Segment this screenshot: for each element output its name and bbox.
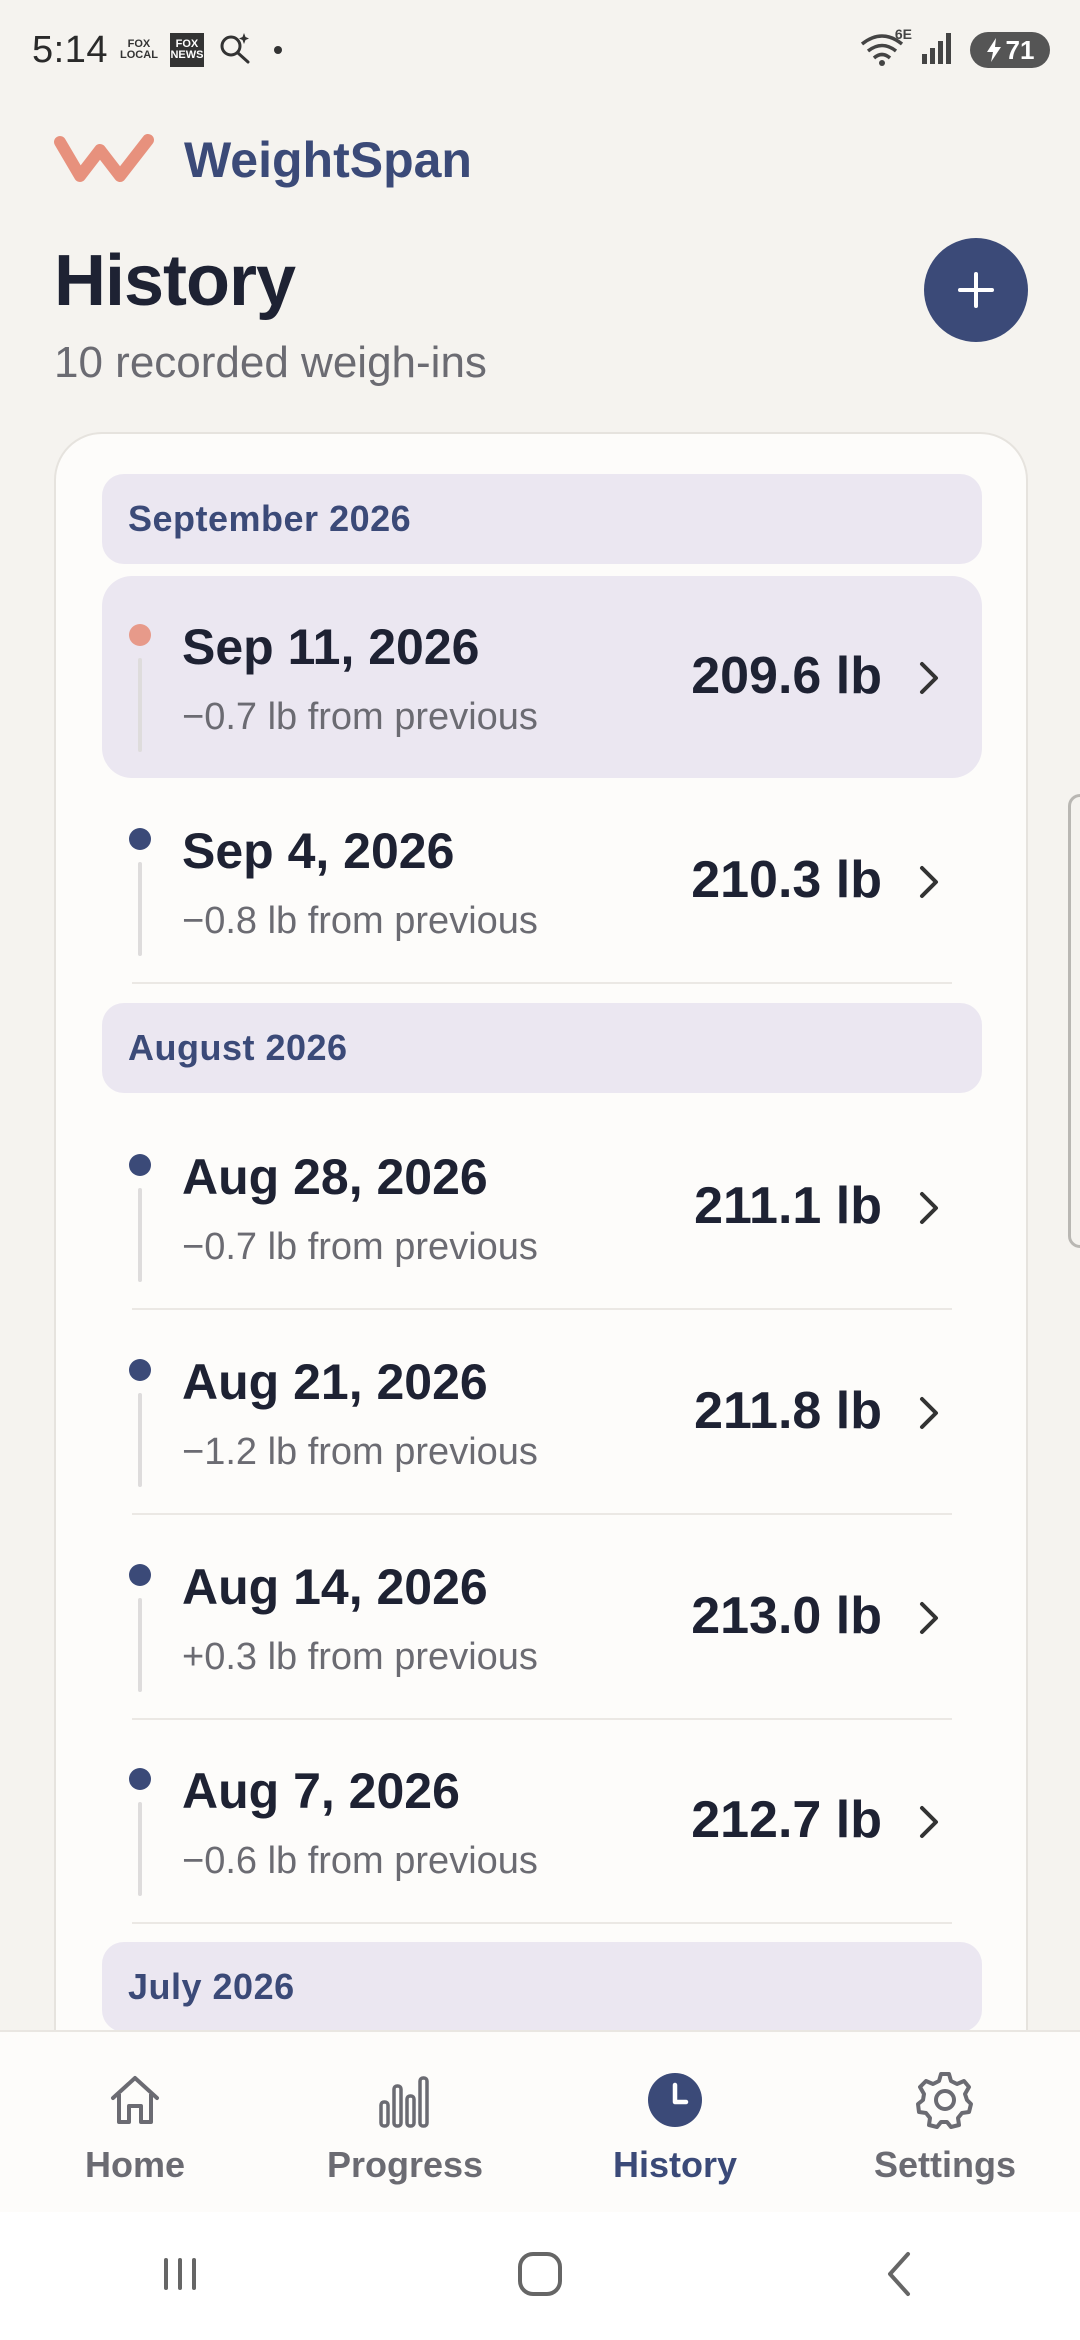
- recent-apps-button[interactable]: [150, 2244, 210, 2309]
- chevron-right-icon: [920, 1602, 938, 1634]
- month-header-august: August 2026: [102, 1003, 982, 1093]
- timeline-dot: [129, 1154, 151, 1176]
- timeline-dot: [129, 828, 151, 850]
- clock-icon: [648, 2073, 702, 2127]
- timeline-line: [138, 658, 142, 752]
- entry-delta: +0.3 lb from previous: [182, 1636, 538, 1678]
- history-entry[interactable]: Aug 14, 2026 +0.3 lb from previous 213.0…: [102, 1516, 982, 1720]
- row-divider: [132, 1513, 952, 1515]
- search-sparkle-icon: [218, 31, 252, 70]
- recent-apps-icon: [164, 2257, 196, 2290]
- entry-delta: −0.6 lb from previous: [182, 1840, 538, 1882]
- brand-header: WeightSpan: [52, 130, 472, 190]
- entry-date: Aug 14, 2026: [182, 1559, 488, 1615]
- month-header-september: September 2026: [102, 474, 982, 564]
- home-icon: [111, 2076, 159, 2124]
- entry-date: Aug 28, 2026: [182, 1149, 488, 1205]
- timeline-dot: [129, 1768, 151, 1790]
- timeline-line: [138, 862, 142, 956]
- wifi-6e-icon: 6E: [858, 26, 912, 68]
- nav-item-settings[interactable]: Settings: [810, 2032, 1080, 2212]
- notification-dot-icon: [273, 46, 282, 54]
- page-subtitle: 10 recorded weigh-ins: [54, 338, 487, 387]
- plus-icon: [958, 272, 994, 308]
- entry-weight: 212.7 lb: [691, 1791, 882, 1849]
- history-entry[interactable]: Sep 11, 2026 −0.7 lb from previous 209.6…: [102, 576, 982, 778]
- app-name: WeightSpan: [184, 132, 472, 188]
- gear-icon: [916, 2072, 973, 2129]
- nav-item-history[interactable]: History: [540, 2032, 810, 2212]
- chevron-right-icon: [920, 662, 938, 694]
- row-divider: [132, 1308, 952, 1310]
- history-card: September 2026 Sep 11, 2026 −0.7 lb from…: [54, 432, 1028, 2132]
- status-left: 5:14 FOX LOCAL FOX NEWS: [32, 29, 282, 72]
- nav-label-history: History: [612, 2144, 738, 2185]
- timeline-line: [138, 1802, 142, 1896]
- bottom-nav: Home Progress History Settings: [0, 2030, 1080, 2212]
- entry-weight: 211.1 lb: [694, 1177, 882, 1235]
- add-weigh-in-button[interactable]: [924, 238, 1028, 342]
- nav-label-progress: Progress: [326, 2144, 484, 2185]
- timeline-line: [138, 1188, 142, 1282]
- fox-local-icon: FOX LOCAL: [120, 38, 158, 61]
- system-nav-bar: [0, 2212, 1080, 2340]
- back-icon: [888, 2251, 910, 2296]
- entry-weight: 209.6 lb: [691, 647, 882, 705]
- entry-date: Aug 21, 2026: [182, 1354, 488, 1410]
- status-time: 5:14: [32, 28, 108, 71]
- history-entry[interactable]: Aug 21, 2026 −1.2 lb from previous 211.8…: [102, 1311, 982, 1515]
- bar-chart-icon: [379, 2076, 429, 2128]
- timeline-line: [138, 1598, 142, 1692]
- entry-weight: 210.3 lb: [691, 851, 882, 909]
- month-header-july: July 2026: [102, 1942, 982, 2032]
- entry-delta: −0.7 lb from previous: [182, 1226, 538, 1268]
- timeline-dot: [129, 1359, 151, 1381]
- signal-icon: [920, 30, 956, 71]
- fox-news-icon: FOX NEWS: [169, 33, 204, 67]
- chevron-right-icon: [920, 1806, 938, 1838]
- weightspan-logo-icon: [54, 134, 154, 182]
- entry-date: Sep 4, 2026: [182, 823, 455, 879]
- battery-indicator: 71: [970, 32, 1050, 68]
- row-divider: [132, 982, 952, 984]
- nav-item-progress[interactable]: Progress: [270, 2032, 540, 2212]
- entry-date: Aug 7, 2026: [182, 1763, 460, 1819]
- timeline-line: [138, 1393, 142, 1487]
- history-entry[interactable]: Aug 28, 2026 −0.7 lb from previous 211.1…: [102, 1106, 982, 1310]
- chevron-right-icon: [920, 1192, 938, 1224]
- home-system-button[interactable]: [510, 2244, 570, 2309]
- entry-date: Sep 11, 2026: [182, 619, 480, 675]
- page-title: History: [54, 241, 296, 321]
- history-entry[interactable]: Aug 7, 2026 −0.6 lb from previous 212.7 …: [102, 1720, 982, 1924]
- status-bar: 5:14 FOX LOCAL FOX NEWS 6E 71: [0, 0, 1080, 100]
- chevron-right-icon: [920, 1397, 938, 1429]
- bolt-icon: [986, 38, 1001, 62]
- entry-weight: 211.8 lb: [694, 1382, 882, 1440]
- nav-label-home: Home: [84, 2144, 186, 2185]
- wifi-label: 6E: [894, 26, 912, 42]
- nav-label-settings: Settings: [873, 2144, 1016, 2185]
- status-right: 6E 71: [858, 26, 1050, 71]
- battery-level: 71: [1005, 34, 1035, 65]
- nav-item-home[interactable]: Home: [0, 2032, 270, 2212]
- back-system-button[interactable]: [870, 2244, 930, 2309]
- scroll-indicator[interactable]: [1068, 794, 1080, 1248]
- entry-delta: −0.8 lb from previous: [182, 900, 538, 942]
- history-entry[interactable]: Sep 4, 2026 −0.8 lb from previous 210.3 …: [102, 780, 982, 984]
- chevron-right-icon: [920, 866, 938, 898]
- entry-delta: −1.2 lb from previous: [182, 1431, 538, 1473]
- home-circle-icon: [518, 2251, 562, 2296]
- entry-weight: 213.0 lb: [691, 1587, 882, 1645]
- timeline-dot: [129, 624, 151, 646]
- timeline-dot: [129, 1564, 151, 1586]
- row-divider: [132, 1922, 952, 1924]
- entry-delta: −0.7 lb from previous: [182, 696, 538, 738]
